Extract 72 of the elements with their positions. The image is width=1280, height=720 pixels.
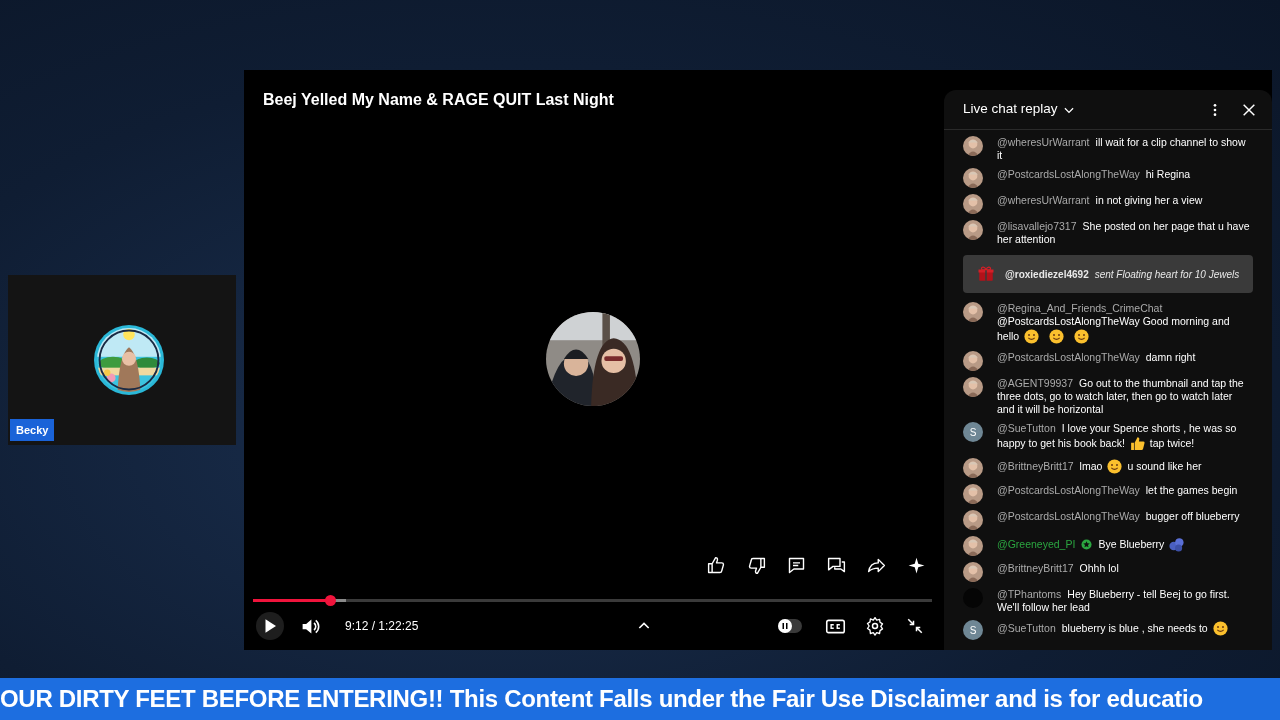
chat-author[interactable]: @BrittneyBritt17 [997, 460, 1074, 473]
user-avatar: S [963, 620, 983, 640]
settings-icon [865, 616, 885, 636]
chat-message-text: Bye Blueberry [1098, 538, 1165, 551]
chat-author[interactable]: @SueTutton [997, 622, 1056, 635]
close-icon [1241, 101, 1257, 118]
comment-button[interactable] [786, 555, 807, 576]
chat-author[interactable]: @PostcardsLostAlongTheWay [997, 351, 1140, 364]
chat-author[interactable]: @AGENT99937 [997, 377, 1074, 390]
chat-message-text: hello [997, 330, 1020, 343]
chat-message-text: blueberry is blue , she needs to [1061, 622, 1208, 635]
chat-message-text: happy to get his book back! [997, 437, 1125, 450]
chat-message-text: her attention [997, 233, 1056, 246]
sparkle-button[interactable] [906, 555, 927, 576]
dislike-icon [746, 555, 767, 576]
chat-message-text: u sound like her [1127, 460, 1202, 473]
gift-text: sent Floating heart for 10 Jewels [1094, 268, 1240, 280]
like-button[interactable] [706, 555, 727, 576]
chat-author[interactable]: @PostcardsLostAlongTheWay [997, 510, 1140, 523]
play-button[interactable] [256, 612, 284, 640]
gift-icon [977, 265, 995, 283]
user-avatar: S [963, 422, 983, 442]
emoji-icon [1106, 458, 1124, 475]
chat-author[interactable]: @wheresUrWarrant [997, 136, 1090, 149]
chat-message-text: Hey Blueberry - tell Beej to go first. [1067, 588, 1230, 601]
pause-icon [781, 622, 789, 630]
autoplay-toggle[interactable] [778, 619, 802, 633]
chat-message-text: three dots, go to watch later, then go to watch later [997, 390, 1233, 403]
chat-message-text: lmao [1079, 460, 1103, 473]
settings-button[interactable] [864, 615, 886, 637]
gift-sender: @roxiediezel4692 [1005, 268, 1089, 280]
sparkle-icon [906, 555, 927, 576]
berries-icon [1168, 536, 1186, 553]
emoji-icon [1073, 328, 1091, 345]
chat-message-text: Ohhh lol [1079, 562, 1119, 575]
chat-author[interactable]: @PostcardsLostAlongTheWay [997, 168, 1140, 181]
chat-message-text: She posted on her page that u have [1082, 220, 1250, 233]
chat-message-text: let the games begin [1145, 484, 1238, 497]
chat-message-text: bugger off blueberry [1145, 510, 1240, 523]
chat-message-text: and it will be horizontal [997, 403, 1104, 416]
progress-thumb[interactable] [324, 595, 336, 606]
dislike-button[interactable] [746, 555, 767, 576]
chat-message-text: I love your Spence shorts , he was so [1061, 422, 1237, 435]
chat-author[interactable]: @Greeneyed_PI [997, 538, 1076, 551]
comment-icon [786, 555, 807, 576]
chat-message-text: @PostcardsLostAlongTheWay Good morning and [997, 315, 1230, 328]
chat-message-text: ill wait for a clip channel to show [1095, 136, 1246, 149]
chat-message-text: in not giving her a view [1095, 194, 1203, 207]
emoji-icon [1023, 328, 1041, 345]
chat-author[interactable]: @TPhantoms [997, 588, 1062, 601]
chat-author[interactable]: @Regina_And_Friends_CrimeChat [997, 302, 1163, 315]
chat-message-text: tap twice! [1149, 437, 1195, 450]
ticker-text: OUR DIRTY FEET BEFORE ENTERING!! This Content Falls under the Fair Use Disclaimer and is for educatio [0, 684, 1203, 714]
chat-message-text: hi Regina [1145, 168, 1191, 181]
chat-mode-dropdown[interactable]: Live chat replay [963, 99, 1076, 120]
video-title: Beej Yelled My Name & RAGE QUIT Last Night [263, 90, 614, 110]
like-icon [706, 555, 727, 576]
chat-message-text: We'll follow her lead [997, 601, 1090, 614]
name-tag: Becky [10, 418, 55, 441]
chat-author[interactable]: @wheresUrWarrant [997, 194, 1090, 207]
chat-author[interactable]: @BrittneyBritt17 [997, 562, 1074, 575]
emoji-icon [1211, 620, 1229, 637]
time-display: 9:12 / 1:22:25 [345, 618, 419, 635]
emoji-icon [1048, 328, 1066, 345]
chat-message-text: Go out to the thumbnail and tap the [1079, 377, 1244, 390]
collapse-arrows-icon [906, 617, 924, 635]
chat-author[interactable]: @SueTutton [997, 422, 1056, 435]
thumbs-up-icon [1128, 435, 1146, 452]
chat-message-text: damn right [1145, 351, 1196, 364]
chat-author[interactable]: @lisavallejo7317 [997, 220, 1077, 233]
chat-message-text: it [997, 149, 1003, 162]
chat-author[interactable]: @PostcardsLostAlongTheWay [997, 484, 1140, 497]
